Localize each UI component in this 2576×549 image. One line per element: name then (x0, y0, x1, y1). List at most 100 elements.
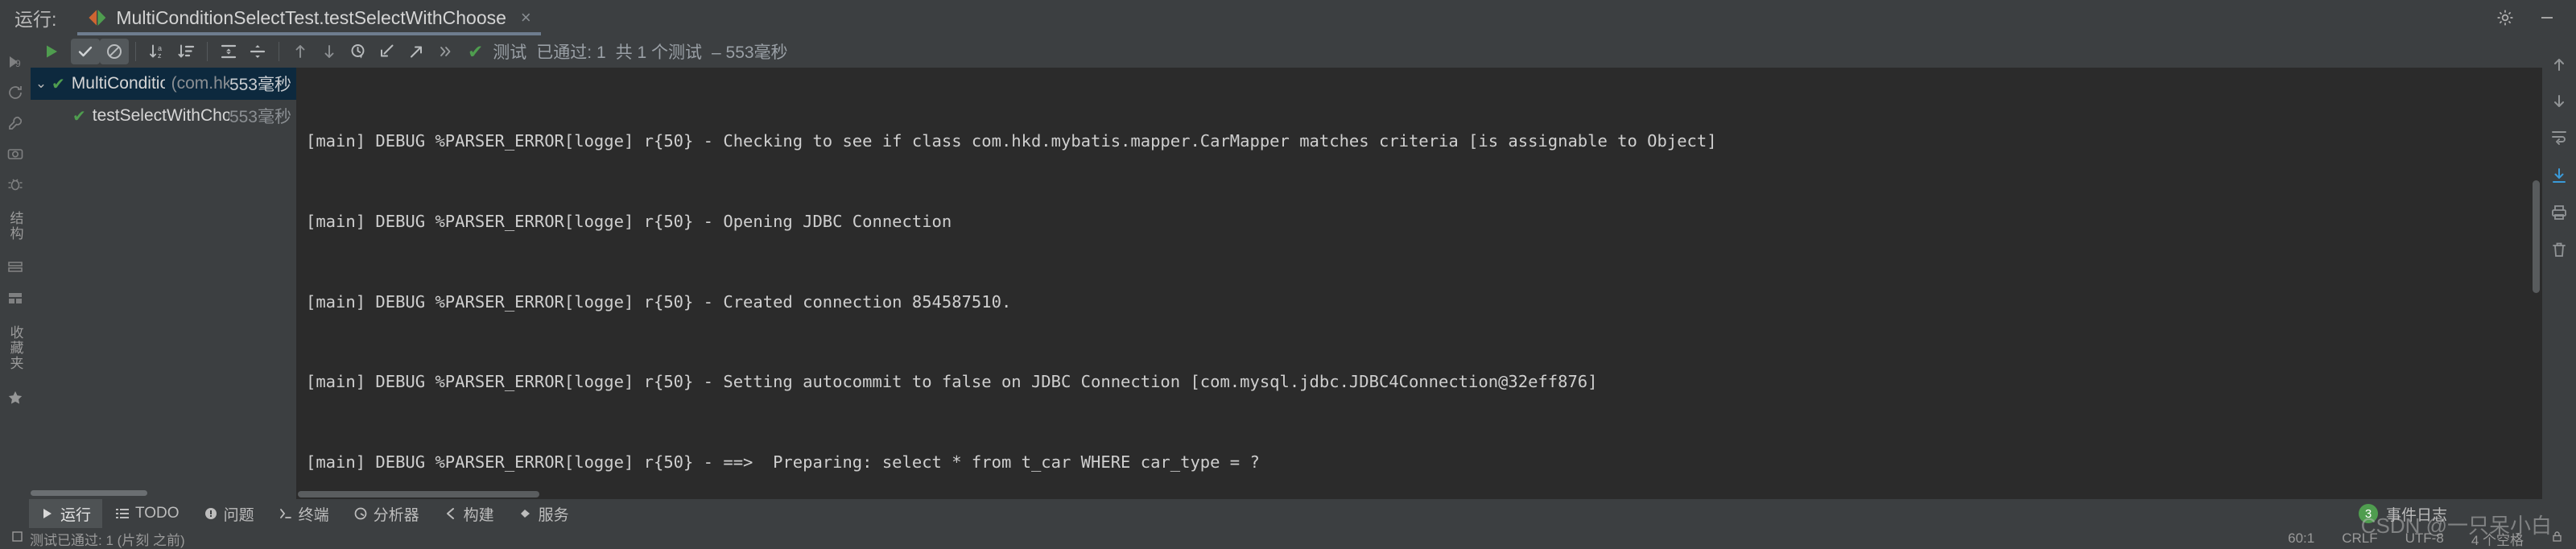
status-bar-icon (11, 530, 23, 547)
status-bar-message: 测试已通过: 1 (片刻 之前) (30, 532, 185, 548)
sort-alphabetically-button[interactable]: a z (142, 39, 171, 64)
test-tree-row-class[interactable]: ⌄ ✔ MultiConditionSelectTest (com.hkd.my… (31, 68, 296, 100)
gear-icon[interactable] (2496, 8, 2515, 27)
console-vertical-scrollbar[interactable] (2529, 68, 2542, 499)
test-tree: ⌄ ✔ MultiConditionSelectTest (com.hkd.my… (31, 68, 296, 499)
run-configuration-tab[interactable]: MultiConditionSelectTest.testSelectWithC… (77, 0, 542, 35)
print-icon[interactable] (2549, 203, 2569, 222)
test-history-button[interactable] (344, 39, 373, 64)
status-bar: 测试已通过: 1 (片刻 之前) 60:1 CRLF UTF-8 4 个空格 (0, 528, 2576, 549)
camera-rail-icon[interactable] (6, 145, 24, 163)
run-configuration-title: MultiConditionSelectTest.testSelectWithC… (116, 6, 506, 28)
test-status-prefix: 测试 (493, 43, 527, 62)
bottom-tab-label: TODO (135, 505, 180, 522)
test-status-passed: 已通过: 1 (536, 43, 606, 62)
test-method-duration: 553毫秒 (229, 108, 291, 126)
tree-horizontal-scrollbar[interactable] (31, 486, 296, 499)
bottom-tab-terminal[interactable]: 终端 (267, 499, 341, 528)
test-passed-check-icon: ✔ (468, 40, 484, 62)
status-bar-right: 60:1 CRLF UTF-8 4 个空格 (2288, 529, 2563, 549)
test-passed-icon: ✔ (72, 107, 86, 126)
bottom-tab-run[interactable]: 运行 (29, 499, 103, 528)
bottom-tab-build[interactable]: 构建 (432, 499, 506, 528)
test-status-duration: – 553毫秒 (712, 43, 788, 62)
test-passed-icon: ✔ (52, 75, 65, 93)
test-class-name: MultiConditionSelectTest (71, 74, 165, 93)
console-line: [main] DEBUG %PARSER_ERROR[logge] r{50} … (306, 452, 1260, 472)
show-passed-toggle[interactable] (71, 39, 100, 64)
svg-text:z: z (158, 52, 162, 60)
event-log-count: 3 (2358, 504, 2378, 523)
lock-icon[interactable] (2551, 530, 2563, 547)
run-label: 运行: (14, 9, 57, 30)
bug-rail-icon[interactable] (6, 175, 24, 193)
expand-all-button[interactable] (214, 39, 243, 64)
bottom-tab-todo[interactable]: TODO (104, 499, 191, 528)
status-bar-left: 测试已通过: 1 (片刻 之前) (11, 529, 185, 549)
grid-rail-icon[interactable] (6, 290, 24, 308)
favorites-rail-label[interactable]: 收藏夹 (6, 325, 26, 371)
structure-rail-label[interactable]: 结构 (6, 211, 26, 241)
more-options-button[interactable] (431, 39, 460, 64)
console-line: [main] DEBUG %PARSER_ERROR[logge] r{50} … (306, 291, 1012, 312)
scroll-down-icon[interactable] (2549, 92, 2569, 111)
bottom-tab-label: 终端 (298, 506, 329, 524)
scroll-to-end-icon[interactable] (2549, 166, 2569, 185)
right-tool-rail (2542, 35, 2576, 499)
console-output[interactable]: [main] DEBUG %PARSER_ERROR[logge] r{50} … (296, 68, 2542, 499)
runner-split: ⌄ ✔ MultiConditionSelectTest (com.hkd.my… (31, 68, 2542, 499)
bottom-tab-label: 运行 (60, 506, 92, 524)
previous-failure-button[interactable] (286, 39, 315, 64)
wrench-rail-icon[interactable] (6, 114, 24, 132)
scroll-up-icon[interactable] (2549, 55, 2569, 74)
bottom-tab-label: 分析器 (373, 506, 419, 524)
test-runner-toolbar: a z ✔ 测试 已通过: 1 共 1 个测试 – 553毫秒 (31, 35, 2542, 68)
test-status-total: 共 1 个测试 (615, 43, 702, 62)
sort-by-duration-button[interactable] (171, 39, 200, 64)
toolbar-separator (207, 42, 208, 61)
services-icon (518, 506, 533, 521)
svg-text:9: 9 (15, 58, 21, 69)
caret-position[interactable]: 60:1 (2288, 530, 2314, 547)
run-titlebar: 运行: MultiConditionSelectTest.testSelectW… (0, 0, 2576, 35)
console-line: [main] DEBUG %PARSER_ERROR[logge] r{50} … (306, 212, 952, 232)
bottom-tab-profiler[interactable]: 分析器 (342, 499, 431, 528)
file-encoding[interactable]: UTF-8 (2405, 530, 2444, 547)
refresh-rail-icon[interactable] (6, 84, 24, 101)
minimize-icon[interactable] (2537, 8, 2557, 27)
bottom-tool-tabs: 运行 TODO 问题 终端 分析器 构建 服务 3 事件日志 (0, 499, 2576, 528)
console-horizontal-scrollbar[interactable] (296, 488, 2528, 499)
collapse-all-button[interactable] (243, 39, 272, 64)
bottom-tab-label: 问题 (223, 506, 254, 524)
console-line: [main] DEBUG %PARSER_ERROR[logge] r{50} … (306, 372, 1598, 392)
test-tree-row-method[interactable]: ✔ testSelectWithChoose 553毫秒 (31, 100, 296, 132)
test-runner-panel: a z ✔ 测试 已通过: 1 共 1 个测试 – 553毫秒 ⌄ ✔ Mult… (31, 35, 2542, 499)
indent-setting[interactable]: 4 个空格 (2471, 529, 2524, 549)
console-lines: [main] DEBUG %PARSER_ERROR[logge] r{50} … (296, 68, 2542, 499)
intellij-run-window: 运行: MultiConditionSelectTest.testSelectW… (0, 0, 2576, 549)
stack-rail-icon[interactable] (6, 259, 24, 277)
bottom-tab-services[interactable]: 服务 (507, 499, 580, 528)
event-log-label: 事件日志 (2385, 506, 2447, 524)
import-tests-button[interactable] (373, 39, 402, 64)
star-rail-icon[interactable] (6, 389, 24, 407)
close-tab-icon[interactable]: × (521, 9, 531, 27)
bottom-tab-label: 服务 (538, 506, 569, 524)
chevron-down-icon[interactable]: ⌄ (31, 76, 52, 92)
delete-icon[interactable] (2549, 240, 2569, 259)
console-line: [main] DEBUG %PARSER_ERROR[logge] r{50} … (306, 131, 1717, 151)
profiler-icon (353, 506, 368, 521)
soft-wrap-icon[interactable] (2549, 129, 2569, 148)
show-ignored-toggle[interactable] (100, 39, 129, 64)
bottom-tab-problems[interactable]: 问题 (192, 499, 266, 528)
todo-list-icon (115, 506, 130, 521)
rerun-button[interactable] (37, 39, 66, 64)
export-tests-button[interactable] (402, 39, 431, 64)
rerun-rail-icon[interactable]: 9 (6, 53, 24, 71)
event-log-button[interactable]: 3 事件日志 (2358, 503, 2447, 525)
run-window-body: 9 结构 收藏夹 a z ✔ 测试 已通过: 1 共 1 个测试 – 553毫秒… (0, 35, 2576, 499)
next-failure-button[interactable] (315, 39, 344, 64)
line-separator[interactable]: CRLF (2342, 530, 2377, 547)
terminal-icon (279, 506, 293, 521)
left-tool-rail: 9 结构 收藏夹 (0, 35, 31, 499)
